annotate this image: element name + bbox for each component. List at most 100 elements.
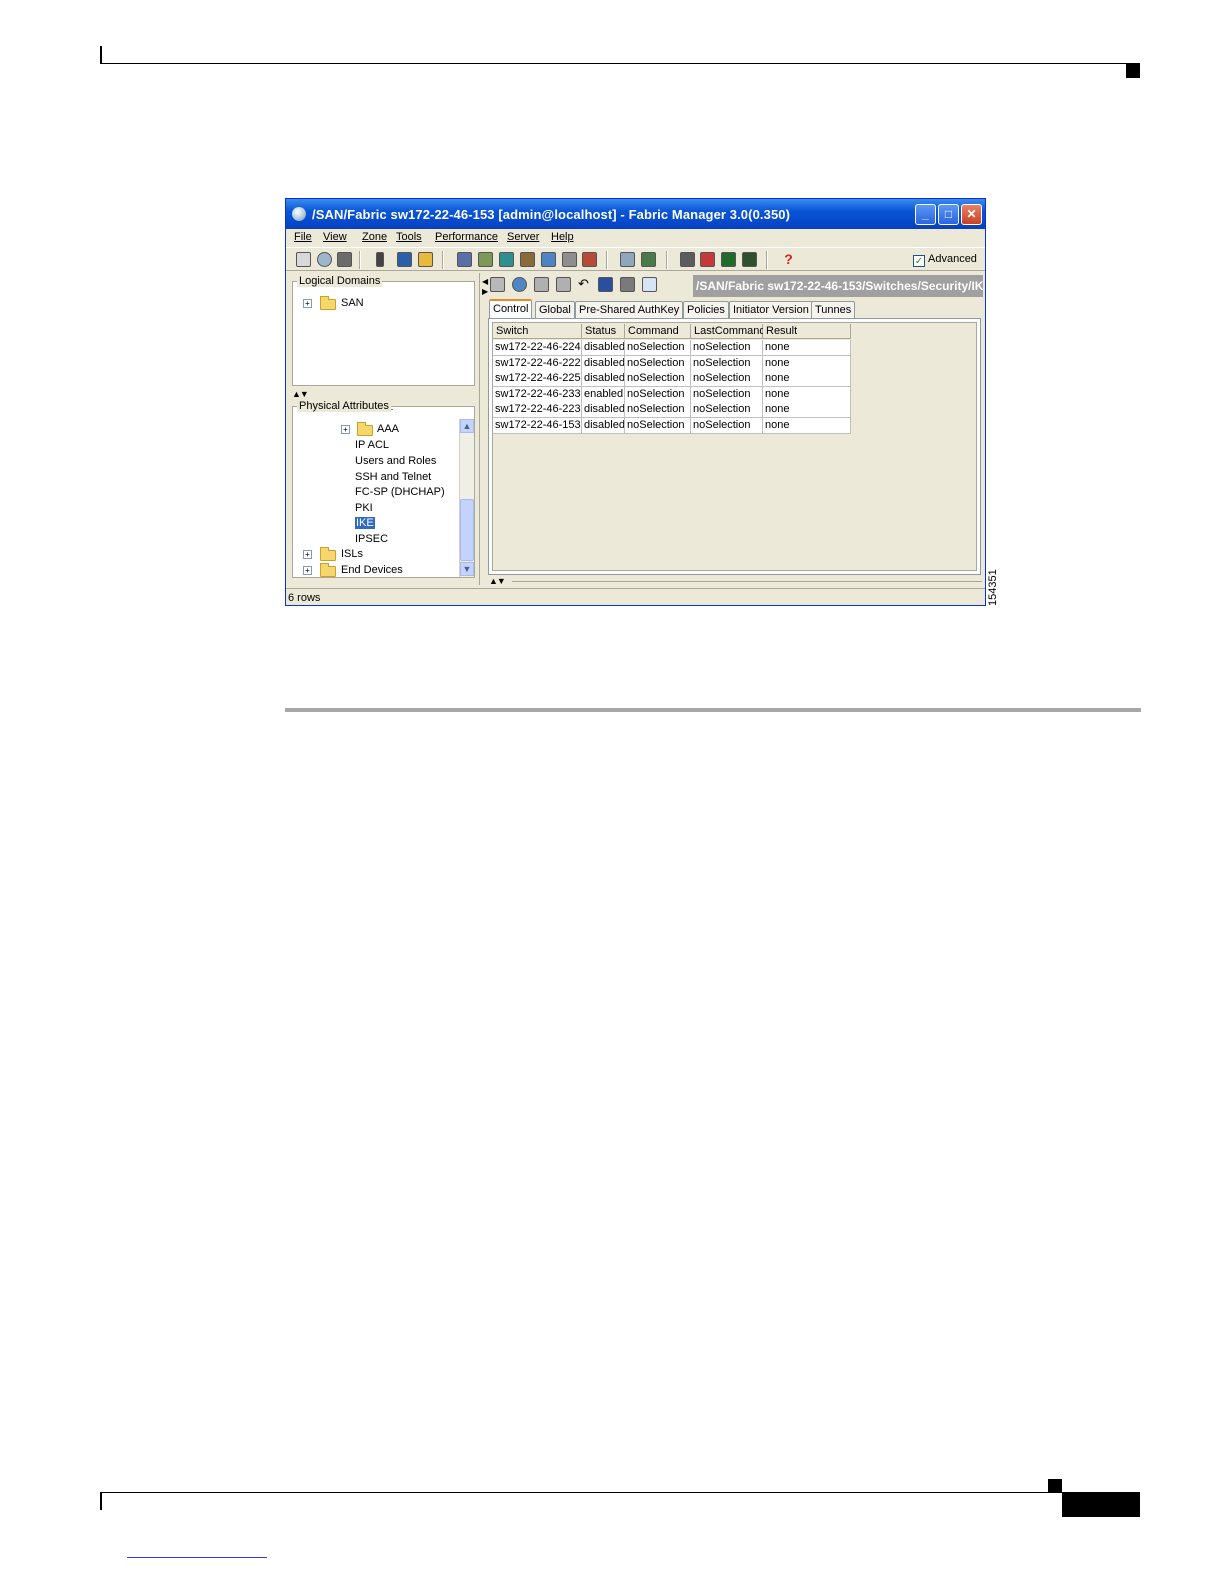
- menu-zone[interactable]: Zone: [362, 231, 387, 243]
- menu-view[interactable]: View: [323, 231, 347, 243]
- help-icon[interactable]: ?: [781, 252, 796, 267]
- title-bar[interactable]: /SAN/Fabric sw172-22-46-153 [admin@local…: [286, 199, 985, 229]
- cell-switch[interactable]: sw172-22-46-233: [493, 386, 582, 403]
- zone-icon[interactable]: [478, 252, 493, 267]
- grid-icon[interactable]: [582, 252, 597, 267]
- cell-lastcommand[interactable]: noSelection: [691, 371, 763, 388]
- tree-item-fc-sp[interactable]: FC-SP (DHCHAP): [355, 486, 445, 498]
- undo-icon[interactable]: ↶: [578, 277, 593, 292]
- tree-scrollbar[interactable]: ▲ ▼: [459, 419, 474, 577]
- tools-icon[interactable]: [562, 252, 577, 267]
- print-icon[interactable]: [620, 277, 635, 292]
- edit-icon[interactable]: [642, 277, 657, 292]
- cell-lastcommand[interactable]: noSelection: [691, 386, 763, 403]
- topology-icon[interactable]: [620, 252, 635, 267]
- tree-item-ipsec[interactable]: IPSEC: [355, 533, 388, 545]
- tree-item-ike[interactable]: IKE: [355, 517, 375, 529]
- tab-pre-shared-authkey[interactable]: Pre-Shared AuthKey: [575, 301, 684, 318]
- minimize-button[interactable]: _: [915, 204, 936, 225]
- expand-icon[interactable]: +: [303, 550, 312, 559]
- refresh-icon[interactable]: [512, 277, 527, 292]
- menu-server[interactable]: Server: [507, 231, 539, 243]
- advanced-toggle[interactable]: ✓ Advanced: [913, 253, 977, 267]
- pane-divider[interactable]: [479, 273, 483, 585]
- flow-icon[interactable]: [457, 252, 472, 267]
- table-row[interactable]: sw172-22-46-233 enabled noSelection noSelec…: [493, 386, 851, 403]
- cell-lastcommand[interactable]: noSelection: [691, 418, 763, 434]
- tab-control[interactable]: Control: [489, 299, 533, 319]
- column-header-status[interactable]: Status: [582, 324, 625, 339]
- cell-switch[interactable]: sw172-22-46-222: [493, 355, 582, 372]
- cell-status[interactable]: disabled: [582, 418, 625, 434]
- table-row[interactable]: sw172-22-46-222 disabled noSelection noSele…: [493, 355, 851, 372]
- table-row[interactable]: sw172-22-46-223 disabled noSelection noSele…: [493, 402, 851, 419]
- cell-lastcommand[interactable]: noSelection: [691, 355, 763, 372]
- bottom-splitter-arrows[interactable]: ▲▼: [489, 576, 506, 586]
- cell-command[interactable]: noSelection: [625, 402, 691, 419]
- cell-command[interactable]: noSelection: [625, 386, 691, 403]
- find-icon[interactable]: [337, 252, 352, 267]
- tree-item-pki[interactable]: PKI: [355, 502, 373, 514]
- scroll-thumb[interactable]: [460, 499, 474, 561]
- table-row[interactable]: sw172-22-46-224 disabled noSelection noSele…: [493, 340, 851, 356]
- device-icon[interactable]: [641, 252, 656, 267]
- cell-status[interactable]: disabled: [582, 340, 625, 356]
- lock-icon[interactable]: [397, 252, 412, 267]
- cell-command[interactable]: noSelection: [625, 340, 691, 356]
- cell-command[interactable]: noSelection: [625, 355, 691, 372]
- tab-tunnes[interactable]: Tunnes: [811, 301, 856, 318]
- cell-result[interactable]: none: [763, 386, 851, 403]
- menu-performance[interactable]: Performance: [435, 231, 498, 243]
- column-header-lastcommand[interactable]: LastCommand: [691, 324, 766, 339]
- vsan-icon[interactable]: [499, 252, 514, 267]
- cell-status[interactable]: disabled: [582, 402, 625, 419]
- expand-icon[interactable]: +: [341, 425, 350, 434]
- cell-status[interactable]: disabled: [582, 371, 625, 388]
- tree-item-ip-acl[interactable]: IP ACL: [355, 439, 389, 451]
- collapse-arrows-icon[interactable]: ◀ ▶: [482, 277, 488, 297]
- switch-icon[interactable]: [376, 252, 384, 267]
- menu-file[interactable]: File: [294, 231, 312, 243]
- open-icon[interactable]: [296, 252, 311, 267]
- cell-lastcommand[interactable]: noSelection: [691, 340, 763, 356]
- column-header-command[interactable]: Command: [625, 324, 691, 339]
- tree-item-ssh-and-telnet[interactable]: SSH and Telnet: [355, 471, 431, 483]
- column-header-switch[interactable]: Switch: [493, 324, 582, 339]
- maximize-button[interactable]: □: [938, 204, 959, 225]
- scroll-up-icon[interactable]: ▲: [460, 419, 474, 433]
- network-icon[interactable]: [541, 252, 556, 267]
- cell-switch[interactable]: sw172-22-46-153: [493, 418, 582, 434]
- cell-command[interactable]: noSelection: [625, 371, 691, 388]
- tab-policies[interactable]: Policies: [683, 301, 729, 318]
- menu-tools[interactable]: Tools: [396, 231, 422, 243]
- terminal-icon[interactable]: [742, 252, 757, 267]
- cell-result[interactable]: none: [763, 371, 851, 388]
- cell-result[interactable]: none: [763, 402, 851, 419]
- expand-icon[interactable]: +: [303, 566, 312, 575]
- expand-icon[interactable]: +: [303, 299, 312, 308]
- column-header-result[interactable]: Result: [763, 324, 851, 339]
- discover-icon[interactable]: [317, 252, 332, 267]
- cell-result[interactable]: none: [763, 355, 851, 372]
- copy-icon[interactable]: [534, 277, 549, 292]
- security-icon[interactable]: [700, 252, 715, 267]
- users-icon[interactable]: [418, 252, 433, 267]
- tree-item-users-and-roles[interactable]: Users and Roles: [355, 455, 436, 467]
- save-icon[interactable]: [598, 277, 613, 292]
- cell-result[interactable]: none: [763, 340, 851, 356]
- monitor-icon[interactable]: [721, 252, 736, 267]
- scroll-down-icon[interactable]: ▼: [460, 562, 474, 576]
- cell-result[interactable]: none: [763, 418, 851, 434]
- cell-switch[interactable]: sw172-22-46-225: [493, 371, 582, 388]
- alert-icon[interactable]: [520, 252, 535, 267]
- paste-icon[interactable]: [556, 277, 571, 292]
- table-row[interactable]: sw172-22-46-153 disabled noSelection noSele…: [493, 418, 851, 434]
- cell-switch[interactable]: sw172-22-46-223: [493, 402, 582, 419]
- menu-help[interactable]: Help: [551, 231, 574, 243]
- tab-initiator-version[interactable]: Initiator Version: [729, 301, 813, 318]
- cell-command[interactable]: noSelection: [625, 418, 691, 434]
- cell-lastcommand[interactable]: noSelection: [691, 402, 763, 419]
- back-icon[interactable]: [490, 277, 505, 292]
- table-row[interactable]: sw172-22-46-225 disabled noSelection noSele…: [493, 371, 851, 388]
- cell-status[interactable]: enabled: [582, 386, 625, 403]
